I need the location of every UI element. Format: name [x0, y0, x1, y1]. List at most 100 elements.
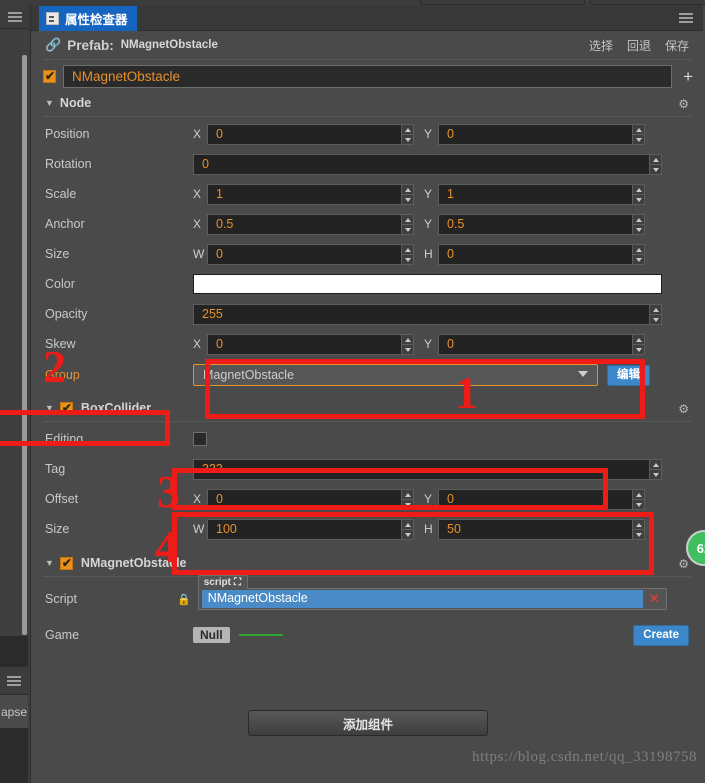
stepper[interactable] — [632, 183, 645, 205]
stepper[interactable] — [401, 183, 414, 205]
offset-x-input[interactable]: 0 — [207, 488, 414, 510]
plus-icon[interactable]: + — [683, 68, 693, 85]
scale-y-input[interactable]: 1 — [438, 183, 645, 205]
section-header-nmagnetobstacle[interactable]: ▼ NMagnetObstacle ⚙ — [31, 550, 703, 576]
rotation-input[interactable]: 0 — [193, 153, 662, 175]
stepper[interactable] — [632, 123, 645, 145]
stepper[interactable] — [632, 518, 645, 540]
hamburger-icon — [7, 676, 21, 687]
color-swatch[interactable] — [193, 274, 662, 294]
gear-icon[interactable]: ⚙ — [678, 97, 689, 111]
prefab-select-button[interactable]: 选择 — [589, 37, 613, 54]
position-y-input[interactable]: 0 — [438, 123, 645, 145]
left-rail-menu-button[interactable] — [0, 6, 30, 28]
property-label: Opacity — [45, 307, 88, 321]
size-w-input[interactable]: 0 — [207, 243, 414, 265]
left-panel-footer — [0, 728, 28, 783]
property-label: Offset — [45, 492, 79, 506]
lock-icon: 🔒 — [177, 593, 191, 606]
game-null-badge[interactable]: Null — [193, 627, 230, 643]
axis-label-y: Y — [424, 187, 433, 201]
axis-label-h: H — [424, 247, 433, 261]
stepper[interactable] — [401, 518, 414, 540]
stepper[interactable] — [632, 243, 645, 265]
property-row-collider-size: Size W 100 H 50 — [31, 514, 703, 544]
tab-inspector-label: 属性检查器 — [65, 13, 128, 27]
create-button[interactable]: Create — [633, 624, 689, 646]
gear-icon[interactable]: ⚙ — [678, 557, 689, 571]
property-label: Editing — [45, 432, 84, 446]
left-panel-menu-button[interactable] — [0, 666, 28, 694]
stepper[interactable] — [401, 123, 414, 145]
hamburger-icon — [8, 12, 22, 23]
group-dropdown[interactable]: MagnetObstacle — [193, 364, 598, 386]
size-h-input[interactable]: 0 — [438, 243, 645, 265]
stepper[interactable] — [632, 333, 645, 355]
top-field-2[interactable] — [590, 0, 705, 5]
panel-menu-icon[interactable] — [679, 13, 693, 24]
stepper[interactable] — [401, 333, 414, 355]
stepper[interactable] — [649, 153, 662, 175]
left-panel-thumbnail — [0, 636, 28, 666]
axis-label-y: Y — [424, 337, 433, 351]
anchor-x-input[interactable]: 0.5 — [207, 213, 414, 235]
stepper[interactable] — [401, 488, 414, 510]
stepper[interactable] — [401, 213, 414, 235]
node-enabled-checkbox[interactable] — [43, 69, 56, 83]
group-edit-button[interactable]: 编辑 — [607, 364, 650, 386]
property-label: Position — [45, 127, 90, 141]
editing-checkbox[interactable] — [193, 432, 207, 446]
axis-label-w: W — [193, 247, 205, 261]
section-title-boxcollider: BoxCollider — [80, 401, 152, 415]
stepper[interactable] — [649, 458, 662, 480]
anchor-y-input[interactable]: 0.5 — [438, 213, 645, 235]
offset-y-input[interactable]: 0 — [438, 488, 645, 510]
property-row-anchor: Anchor X 0.5 Y 0.5 — [31, 209, 703, 239]
boxcollider-enabled-checkbox[interactable] — [59, 401, 73, 415]
property-label: Anchor — [45, 217, 85, 231]
stepper[interactable] — [632, 213, 645, 235]
property-label: Scale — [45, 187, 77, 201]
gear-icon[interactable]: ⚙ — [678, 402, 689, 416]
prefab-revert-button[interactable]: 回退 — [627, 37, 651, 54]
skew-x-input[interactable]: 0 — [207, 333, 414, 355]
skew-y-input[interactable]: 0 — [438, 333, 645, 355]
component-enabled-checkbox[interactable] — [59, 556, 73, 570]
property-label: Size — [45, 247, 70, 261]
prefab-name: NMagnetObstacle — [120, 39, 218, 51]
property-row-opacity: Opacity 255 — [31, 299, 703, 329]
property-label: Tag — [45, 462, 66, 476]
tag-input[interactable]: 333 — [193, 458, 662, 480]
top-field-1[interactable] — [420, 0, 585, 5]
opacity-input[interactable]: 255 — [193, 303, 662, 325]
scale-x-input[interactable]: 1 — [207, 183, 414, 205]
stepper[interactable] — [649, 303, 662, 325]
tab-bar: 属性检查器 — [31, 6, 703, 31]
property-label-group: Group — [45, 368, 80, 382]
stepper[interactable] — [632, 488, 645, 510]
stepper[interactable] — [401, 243, 414, 265]
script-field[interactable]: NMagnetObstacle ✕ — [197, 588, 667, 610]
section-header-node[interactable]: ▼ Node ⚙ — [31, 90, 703, 116]
axis-label-x: X — [193, 217, 202, 231]
section-header-boxcollider[interactable]: ▼ BoxCollider ⚙ — [31, 395, 703, 421]
left-rail: apse — [0, 0, 30, 783]
node-name-input[interactable]: NMagnetObstacle — [63, 64, 673, 88]
collider-size-h-input[interactable]: 50 — [438, 518, 645, 540]
axis-label-h: H — [424, 522, 433, 536]
prefab-label: Prefab: — [67, 37, 114, 53]
divider — [43, 116, 691, 117]
script-value[interactable]: NMagnetObstacle — [201, 590, 643, 608]
left-panel-scrollbar[interactable] — [22, 55, 27, 635]
axis-label-x: X — [193, 337, 202, 351]
property-label: Game — [45, 628, 80, 642]
prefab-save-button[interactable]: 保存 — [665, 37, 689, 54]
tab-inspector[interactable]: 属性检查器 — [39, 6, 137, 31]
axis-label-x: X — [193, 127, 202, 141]
collider-size-w-input[interactable]: 100 — [207, 518, 414, 540]
close-icon[interactable]: ✕ — [649, 591, 660, 607]
position-x-input[interactable]: 0 — [207, 123, 414, 145]
chevron-down-icon: ▼ — [45, 98, 54, 108]
add-component-button[interactable]: 添加组件 — [248, 710, 488, 736]
external-link-icon[interactable]: ⛶ — [234, 577, 241, 588]
